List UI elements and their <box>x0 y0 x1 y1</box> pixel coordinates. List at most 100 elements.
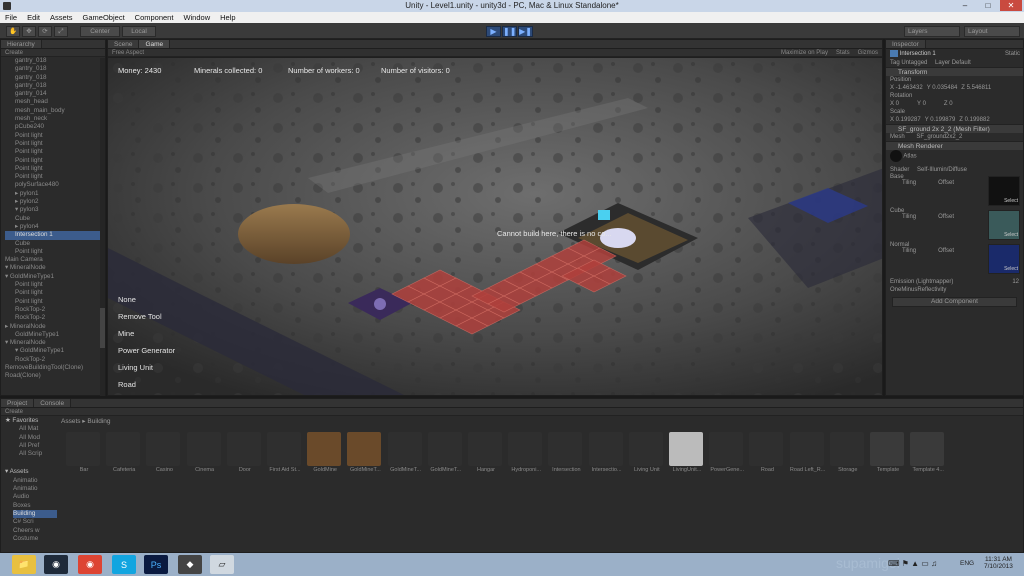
scale-y-field[interactable]: Y 0.199879 <box>925 116 956 124</box>
asset-tile[interactable]: Hydroponi... <box>508 432 544 473</box>
layers-dropdown[interactable]: Layers <box>904 26 960 37</box>
transform-header[interactable]: Transform <box>886 67 1023 76</box>
hierarchy-item[interactable]: ▸ pylon2 <box>5 198 105 206</box>
menu-help[interactable]: Help <box>215 12 240 23</box>
hierarchy-item[interactable]: Point light <box>5 148 105 156</box>
asset-tile[interactable]: Cafeteria <box>106 432 142 473</box>
hierarchy-item[interactable]: gantry_014 <box>5 90 105 98</box>
asset-tile[interactable]: PowerGene... <box>709 432 745 473</box>
asset-folder-item[interactable]: Animatio <box>13 485 57 493</box>
tab-hierarchy[interactable]: Hierarchy <box>1 40 42 48</box>
position-z-field[interactable]: Z 5.546811 <box>961 84 991 92</box>
asset-tile[interactable]: GoldMineT... <box>427 432 464 473</box>
maximize-button[interactable]: □ <box>977 0 999 11</box>
asset-tile[interactable]: Cinema <box>186 432 223 473</box>
favorites-header[interactable]: ★ Favorites <box>1 417 57 425</box>
object-name-field[interactable]: Intersection 1 <box>900 51 936 57</box>
hierarchy-item[interactable]: gantry_018 <box>5 57 105 65</box>
stats-toggle[interactable]: Stats <box>836 49 850 56</box>
layout-dropdown[interactable]: Layout <box>964 26 1020 37</box>
rotation-y-field[interactable]: Y 0 <box>917 100 926 108</box>
hierarchy-item[interactable]: Road(Clone) <box>5 372 105 380</box>
skype-icon[interactable]: S <box>112 555 136 574</box>
hierarchy-item[interactable]: Point light <box>5 298 105 306</box>
asset-folder-item[interactable]: Building <box>13 509 57 519</box>
minimize-button[interactable]: – <box>954 0 976 11</box>
tool-remove-button[interactable]: Remove Tool <box>118 312 162 321</box>
photoshop-icon[interactable]: Ps <box>144 555 168 574</box>
tool-power-generator-button[interactable]: Power Generator <box>118 346 175 355</box>
asset-folder-item[interactable]: Boxes <box>13 502 57 510</box>
hierarchy-item[interactable]: RockTop-2 <box>5 356 105 364</box>
asset-tile[interactable]: First Aid St... <box>267 432 303 473</box>
asset-tile[interactable]: Storage <box>829 432 866 473</box>
asset-tile[interactable]: GoldMineT... <box>347 432 383 473</box>
hierarchy-item[interactable]: mesh_head <box>5 98 105 106</box>
tool-none-button[interactable]: None <box>118 295 136 304</box>
hierarchy-item[interactable]: ▾ GoldMineType1 <box>5 347 105 355</box>
add-component-button[interactable]: Add Component <box>892 297 1017 307</box>
hierarchy-item[interactable]: RockTop-2 <box>5 306 105 314</box>
favorite-item[interactable]: All Mod <box>19 434 57 442</box>
texture-select-button[interactable]: Select <box>1004 198 1018 204</box>
hierarchy-item[interactable]: ▾ pylon3 <box>5 206 105 214</box>
local-toggle-button[interactable]: Local <box>122 26 156 37</box>
hierarchy-item[interactable]: gantry_018 <box>5 82 105 90</box>
rotation-z-field[interactable]: Z 0 <box>944 100 953 108</box>
asset-tile[interactable]: Door <box>226 432 263 473</box>
unity-taskbar-icon[interactable]: ▱ <box>210 555 234 574</box>
hierarchy-item[interactable]: mesh_main_body <box>5 107 105 115</box>
mesh-renderer-header[interactable]: Mesh Renderer <box>886 141 1023 150</box>
asset-folder-item[interactable]: C# Scri <box>13 518 57 526</box>
hierarchy-create-button[interactable]: Create <box>5 49 23 56</box>
asset-tile[interactable]: Intersection <box>548 432 584 473</box>
scale-x-field[interactable]: X 0.199287 <box>890 116 921 124</box>
menu-gameobject[interactable]: GameObject <box>78 12 130 23</box>
layer-dropdown[interactable]: Layer Default <box>935 60 971 66</box>
pivot-toggle-button[interactable]: Center <box>80 26 120 37</box>
tool-road-button[interactable]: Road <box>118 380 136 389</box>
hierarchy-item[interactable]: ▾ GoldMineType1 <box>5 273 105 281</box>
aspect-dropdown[interactable]: Free Aspect <box>112 49 144 56</box>
hierarchy-item[interactable]: RockTop-2 <box>5 314 105 322</box>
asset-folder-item[interactable]: Audio <box>13 493 57 501</box>
position-x-field[interactable]: X -1.463432 <box>890 84 923 92</box>
shader-dropdown[interactable]: Self-Illumin/Diffuse <box>917 167 967 173</box>
menu-window[interactable]: Window <box>178 12 215 23</box>
static-checkbox[interactable]: Static <box>1005 49 1020 59</box>
asset-folder-item[interactable]: Cheers w <box>13 527 57 535</box>
hierarchy-item[interactable]: Point light <box>5 289 105 297</box>
asset-tile[interactable]: Template 4... <box>910 432 946 473</box>
close-button[interactable]: ✕ <box>1000 0 1022 11</box>
game-viewport[interactable]: Money: 2430 Minerals collected: 0 Number… <box>108 58 882 395</box>
emission-field[interactable]: 12 <box>1012 278 1019 286</box>
position-y-field[interactable]: Y 0.035484 <box>927 84 958 92</box>
hierarchy-item[interactable]: Point light <box>5 132 105 140</box>
steam-icon[interactable]: ◉ <box>44 555 68 574</box>
texture-select-button[interactable]: Select <box>1004 232 1018 238</box>
hierarchy-item[interactable]: gantry_018 <box>5 74 105 82</box>
asset-tile[interactable]: GoldMineT... <box>387 432 424 473</box>
tray-icons[interactable]: ⌨ ⚑ ▲ ▭ ♫ <box>888 559 937 568</box>
favorite-item[interactable]: All Pref <box>19 442 57 450</box>
tab-inspector[interactable]: Inspector <box>886 40 926 48</box>
asset-tile[interactable]: GoldMine <box>307 432 343 473</box>
asset-folder-item[interactable]: Animatio <box>13 477 57 485</box>
tab-project[interactable]: Project <box>1 399 35 407</box>
asset-tile[interactable]: Living Unit <box>628 432 665 473</box>
hierarchy-item[interactable]: polySurface480 <box>5 181 105 189</box>
hierarchy-item[interactable]: Cube <box>5 215 105 223</box>
asset-tile[interactable]: Template <box>870 432 906 473</box>
menu-component[interactable]: Component <box>130 12 179 23</box>
hierarchy-item[interactable]: ▾ MineralNode <box>5 264 105 272</box>
hierarchy-item[interactable]: ▾ MineralNode <box>5 339 105 347</box>
creature-app-icon[interactable]: ◆ <box>178 555 202 574</box>
favorite-item[interactable]: All Mat <box>19 425 57 433</box>
asset-tile[interactable]: Casino <box>146 432 182 473</box>
maximize-on-play-toggle[interactable]: Maximize on Play <box>781 49 828 56</box>
scale-z-field[interactable]: Z 0.199882 <box>959 116 989 124</box>
hierarchy-item[interactable]: Main Camera <box>5 256 105 264</box>
gizmos-toggle[interactable]: Gizmos <box>858 49 878 56</box>
hierarchy-item[interactable]: Point light <box>5 248 105 256</box>
assets-header[interactable]: ▾ Assets <box>1 468 57 476</box>
